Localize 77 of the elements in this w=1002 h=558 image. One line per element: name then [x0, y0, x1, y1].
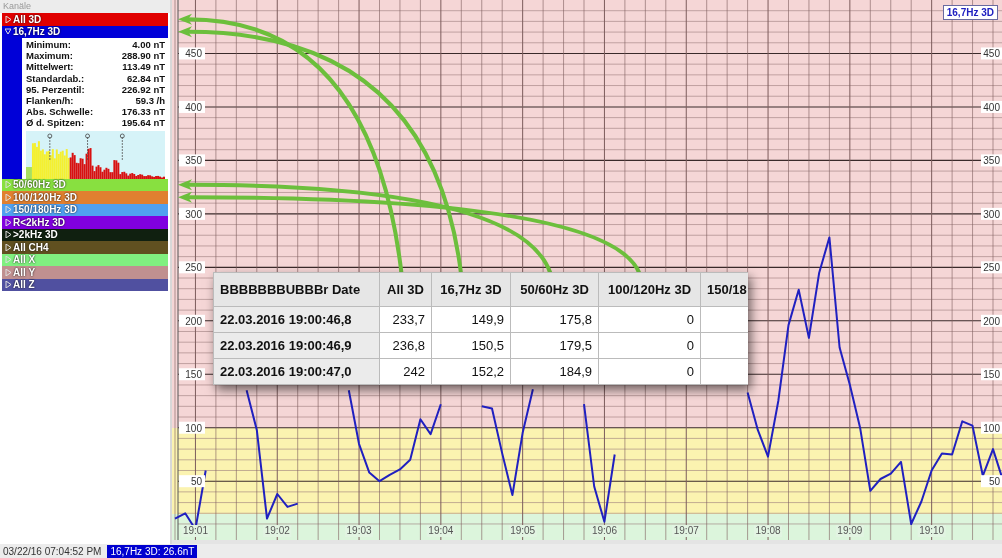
- date-cell: 22.03.2016 19:00:46,9: [213, 332, 380, 359]
- x-axis-label: 19:10: [917, 525, 946, 537]
- y-axis-label: 250: [981, 261, 1002, 274]
- y-axis-label: 350: [981, 154, 1002, 167]
- y-axis-label: 350: [179, 154, 205, 167]
- stat-label: Minimum:: [26, 39, 71, 51]
- table-cell: 0: [598, 358, 701, 385]
- y-axis-label: 50: [981, 475, 1002, 488]
- x-axis-label: 19:08: [754, 525, 783, 537]
- y-tick-label: 450: [185, 48, 203, 60]
- x-axis-label: 19:04: [426, 525, 455, 537]
- stat-value: 4.00 nT: [132, 39, 165, 51]
- column-header[interactable]: BBBBBBBUBBBr Date: [213, 272, 380, 307]
- channel-item[interactable]: All CH4: [2, 241, 168, 254]
- column-header[interactable]: 150/18: [700, 272, 748, 307]
- stat-label: Maximum:: [26, 50, 73, 62]
- table-cell: 242: [379, 358, 432, 385]
- panel-title: Kanäle: [0, 0, 170, 13]
- channel-reading: 16,7Hz 3D: 26.6nT: [107, 544, 198, 558]
- column-header[interactable]: 50/60Hz 3D: [510, 272, 599, 307]
- y-axis-label: 50: [179, 475, 205, 488]
- stat-value: 62.84 nT: [126, 72, 165, 84]
- stat-value: 288.90 nT: [121, 50, 165, 62]
- y-axis-label: 450: [179, 47, 205, 60]
- y-tick-label: 350: [185, 155, 203, 167]
- disclosure-triangle-icon[interactable]: [5, 231, 11, 239]
- stat-value: 195.64 nT: [121, 117, 165, 129]
- y-tick-label: 300: [185, 208, 203, 220]
- y-tick-label: 50: [190, 476, 203, 488]
- column-header[interactable]: 16,7Hz 3D: [431, 272, 511, 307]
- x-axis-label: 19:05: [508, 525, 537, 537]
- stat-label: Ø d. Spitzen:: [26, 117, 85, 129]
- stat-value: 113.49 nT: [122, 61, 165, 73]
- table-cell: 236,8: [379, 332, 432, 359]
- legend: 16,7Hz 3D: [942, 5, 998, 20]
- x-axis-label: 19:02: [263, 525, 292, 537]
- table-cell: 150,5: [431, 332, 511, 359]
- y-tick-label: 100: [185, 422, 203, 434]
- disclosure-triangle-icon[interactable]: [5, 243, 11, 251]
- y-axis-label: 450: [981, 47, 1002, 60]
- table-cell: 175,8: [510, 306, 599, 333]
- stat-label: Flanken/h:: [26, 94, 74, 107]
- disclosure-triangle-icon[interactable]: [5, 281, 11, 289]
- date-cell: 22.03.2016 19:00:47,0: [213, 358, 380, 385]
- stat-label: Mittelwert:: [26, 61, 74, 73]
- channel-item[interactable]: R<2kHz 3D: [2, 216, 168, 229]
- stat-value: 226.92 nT: [121, 83, 165, 95]
- y-tick-label: 200: [185, 315, 203, 327]
- table-cell: 179,5: [510, 332, 599, 359]
- x-axis-label: 19:07: [672, 525, 701, 537]
- table-cell: 233,7: [379, 306, 432, 333]
- channel-item[interactable]: All 3D: [2, 13, 168, 26]
- x-axis-label: 19:03: [345, 525, 374, 537]
- table-cell: 0: [598, 332, 701, 359]
- stat-value: 59.3 /h: [135, 94, 165, 107]
- stat-label: Standardab.:: [26, 72, 85, 84]
- stat-label: 95. Perzentil:: [26, 83, 85, 95]
- table-cell: 152,2: [431, 358, 511, 385]
- disclosure-triangle-icon[interactable]: [5, 28, 11, 36]
- x-axis-label: 19:06: [590, 525, 619, 537]
- stat-value: 176.33 nT: [121, 106, 165, 118]
- y-axis-label: 250: [179, 261, 205, 274]
- y-tick-label: 400: [185, 101, 203, 113]
- x-axis-label: 19:09: [835, 525, 864, 537]
- y-tick-label: 250: [185, 262, 203, 274]
- y-axis-label: 150: [981, 368, 1002, 381]
- y-tick-label: 150: [185, 369, 203, 381]
- y-axis-label: 150: [179, 368, 205, 381]
- column-header[interactable]: All 3D: [379, 272, 432, 307]
- x-axis-label: 19:01: [181, 525, 210, 537]
- date-cell: 22.03.2016 19:00:46,8: [213, 306, 380, 333]
- timestamp: 03/22/16 07:04:52 PM: [3, 545, 102, 557]
- table-cell: 0: [598, 306, 701, 333]
- stat-label: Abs. Schwelle:: [26, 106, 94, 118]
- table-cell: 149,9: [431, 306, 511, 333]
- column-header[interactable]: 100/120Hz 3D: [598, 272, 701, 307]
- table-cell: 184,9: [510, 358, 599, 385]
